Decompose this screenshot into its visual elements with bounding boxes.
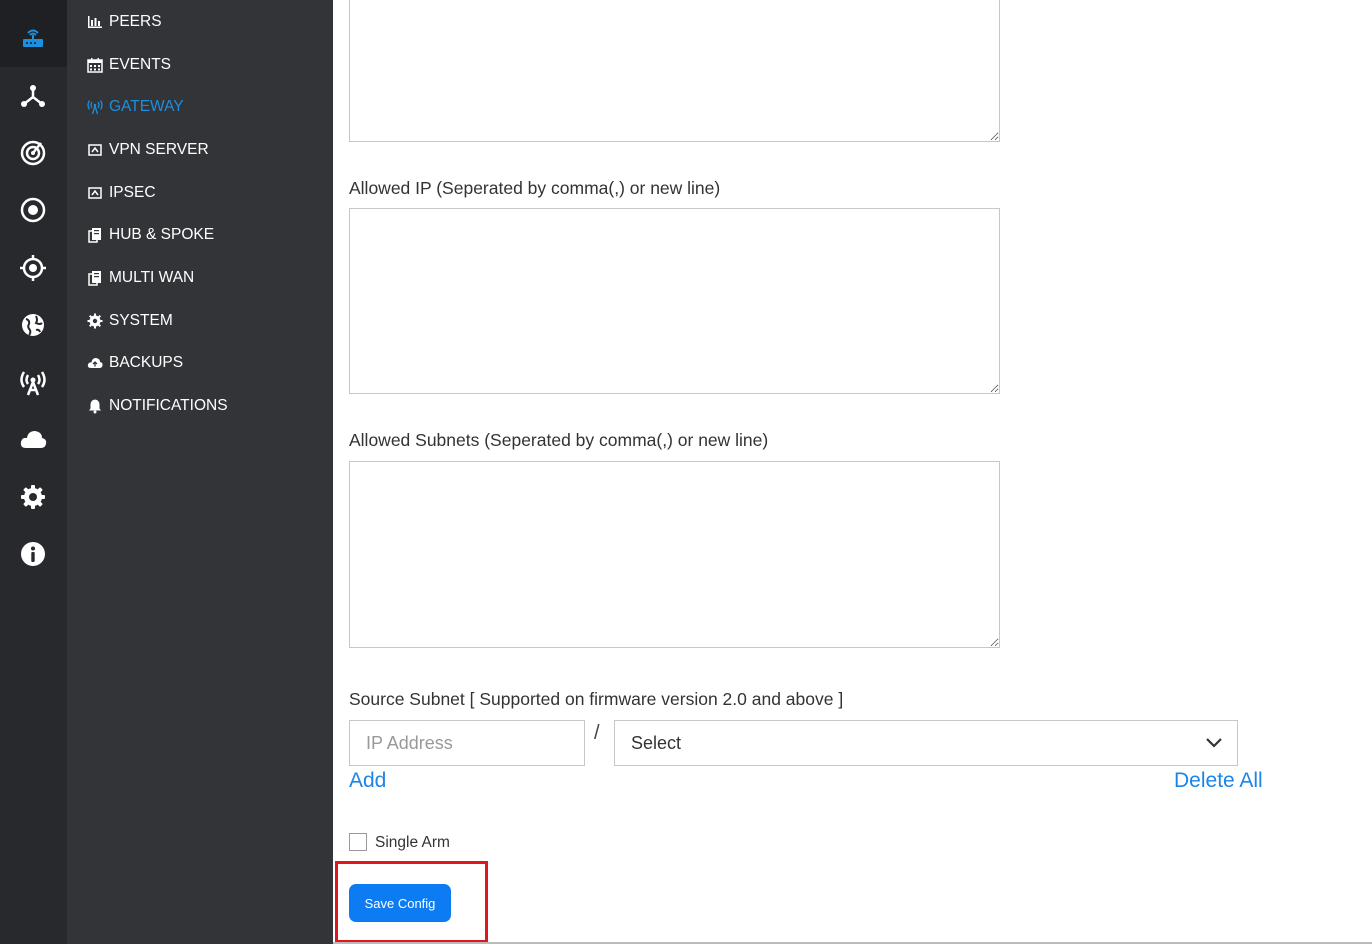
menu-item-ipsec[interactable]: IPSEC bbox=[87, 179, 156, 207]
gear-icon[interactable] bbox=[16, 480, 50, 514]
cloud-upload-icon bbox=[87, 358, 103, 368]
subnet-slash: / bbox=[594, 722, 600, 744]
menu-item-label: IPSEC bbox=[109, 184, 156, 201]
menu-item-notifications[interactable]: NOTIFICATIONS bbox=[87, 392, 228, 420]
multi-wan-icon bbox=[88, 271, 101, 286]
menu-item-vpn-server[interactable]: VPN SERVER bbox=[87, 136, 209, 164]
menu-item-hub-spoke[interactable]: HUB & SPOKE bbox=[87, 221, 214, 249]
bar-chart-icon bbox=[88, 16, 102, 28]
menu-item-peers[interactable]: PEERS bbox=[87, 8, 162, 36]
allowed-ip-textarea[interactable] bbox=[349, 208, 1000, 394]
topology-icon[interactable] bbox=[16, 79, 50, 113]
globe-icon[interactable] bbox=[16, 308, 50, 342]
target-icon[interactable] bbox=[16, 193, 50, 227]
cloud-icon[interactable] bbox=[16, 423, 50, 457]
antenna-icon[interactable] bbox=[16, 365, 50, 399]
ip-address-input[interactable] bbox=[349, 720, 585, 766]
ipsec-icon bbox=[88, 187, 102, 199]
previous-textarea[interactable] bbox=[349, 0, 1000, 142]
menu-item-label: PEERS bbox=[109, 13, 162, 30]
hub-icon bbox=[88, 228, 101, 243]
subnet-mask-select[interactable]: Select bbox=[614, 720, 1238, 766]
menu-item-label: BACKUPS bbox=[109, 354, 184, 371]
chevron-down-icon bbox=[1206, 738, 1222, 748]
add-link[interactable]: Add bbox=[349, 769, 386, 793]
info-icon[interactable] bbox=[16, 537, 50, 571]
menu-item-label: GATEWAY bbox=[109, 98, 184, 115]
menu-item-gateway[interactable]: GATEWAY bbox=[87, 93, 184, 121]
single-arm-label: Single Arm bbox=[375, 834, 450, 851]
bell-icon bbox=[89, 399, 101, 414]
radar-icon[interactable] bbox=[16, 136, 50, 170]
gear-icon bbox=[87, 313, 103, 329]
allowed-subnets-textarea[interactable] bbox=[349, 461, 1000, 648]
allowed-subnets-label: Allowed Subnets (Seperated by comma(,) o… bbox=[349, 430, 769, 450]
side-menu: PEERS EVENTS GATEWAY VPN SERVER IPSEC HU… bbox=[67, 0, 333, 944]
menu-item-label: NOTIFICATIONS bbox=[109, 397, 228, 414]
delete-all-link[interactable]: Delete All bbox=[1174, 769, 1263, 793]
save-config-button[interactable]: Save Config bbox=[349, 884, 451, 922]
vpn-icon bbox=[88, 144, 102, 156]
calendar-icon bbox=[87, 58, 103, 73]
source-subnet-label: Source Subnet [ Supported on firmware ve… bbox=[349, 689, 844, 709]
icon-rail bbox=[0, 0, 67, 944]
router-icon[interactable] bbox=[16, 22, 50, 56]
menu-item-label: EVENTS bbox=[109, 56, 172, 73]
crosshair-icon[interactable] bbox=[16, 251, 50, 285]
menu-item-label: SYSTEM bbox=[109, 312, 173, 329]
wifi-tower-icon bbox=[87, 100, 103, 115]
menu-item-label: HUB & SPOKE bbox=[109, 226, 215, 243]
menu-item-backups[interactable]: BACKUPS bbox=[87, 349, 183, 377]
menu-item-label: MULTI WAN bbox=[109, 269, 195, 286]
menu-item-system[interactable]: SYSTEM bbox=[87, 307, 173, 335]
menu-item-multi-wan[interactable]: MULTI WAN bbox=[87, 264, 194, 292]
select-value: Select bbox=[631, 732, 682, 753]
allowed-ip-label: Allowed IP (Seperated by comma(,) or new… bbox=[349, 178, 721, 198]
single-arm-checkbox[interactable] bbox=[349, 833, 367, 851]
menu-item-label: VPN SERVER bbox=[109, 141, 209, 158]
menu-item-events[interactable]: EVENTS bbox=[87, 51, 171, 79]
